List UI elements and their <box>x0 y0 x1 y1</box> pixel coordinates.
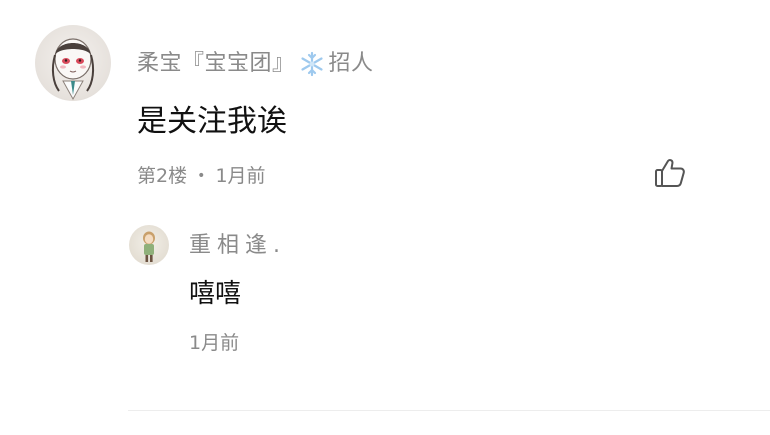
comment-author[interactable]: 柔宝『宝宝团』 招人 <box>137 49 374 79</box>
divider <box>128 410 770 411</box>
comment-meta: 第2楼 • 1月前 <box>137 163 266 191</box>
user-avatar[interactable] <box>35 25 111 101</box>
floor-number: 第2楼 <box>137 165 188 187</box>
meta-separator: • <box>197 168 206 184</box>
reply-author-name[interactable]: 重相逢. <box>189 231 286 261</box>
reply-text: 嘻嘻 <box>189 279 242 309</box>
snowflake-icon <box>299 51 325 77</box>
reply-time: 1月前 <box>189 332 240 354</box>
reply-avatar-illustration <box>143 231 155 262</box>
author-badge-label: 招人 <box>328 51 374 76</box>
comment-text: 是关注我诶 <box>137 104 287 139</box>
reply-user-avatar[interactable] <box>129 225 169 265</box>
avatar-illustration <box>51 38 95 101</box>
comment-author-name: 柔宝『宝宝团』 <box>137 51 295 76</box>
like-button[interactable] <box>653 156 687 190</box>
comment-time: 1月前 <box>215 165 266 187</box>
thumbs-up-icon <box>655 159 685 187</box>
